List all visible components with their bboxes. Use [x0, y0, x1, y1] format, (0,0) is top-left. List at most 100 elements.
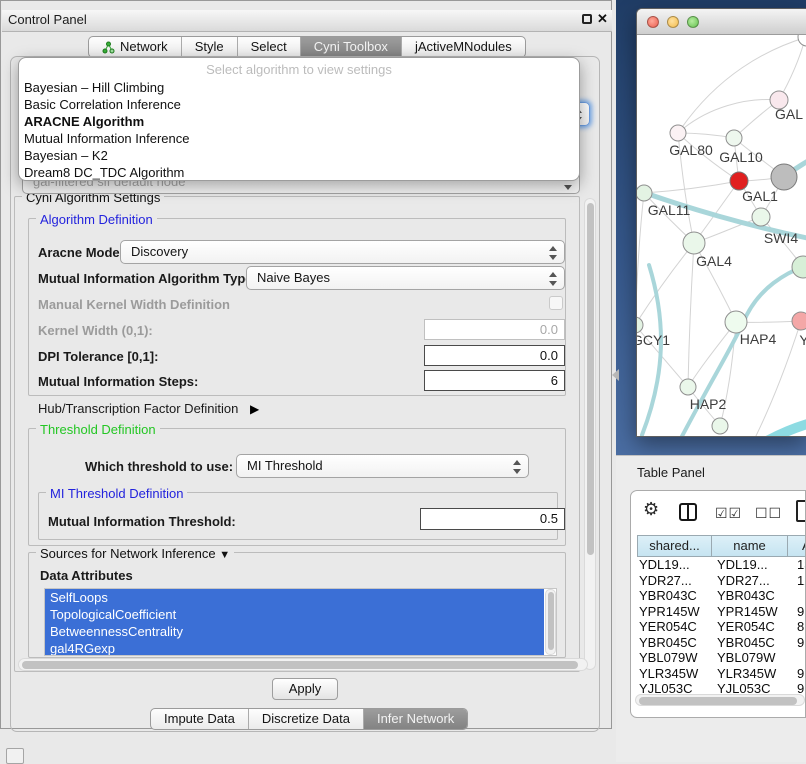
network-node[interactable]: [683, 232, 705, 254]
scrollbar-thumb[interactable]: [548, 592, 554, 650]
apply-button[interactable]: Apply: [272, 678, 338, 700]
table-cell: YBL079W: [711, 650, 787, 666]
close-icon[interactable]: ✕: [597, 11, 608, 27]
document-icon[interactable]: [796, 500, 806, 522]
scrollbar-thumb[interactable]: [639, 697, 797, 705]
control-panel-tabs: Network Style Select Cyni Toolbox jActiv…: [88, 36, 526, 58]
network-node[interactable]: [637, 185, 652, 201]
table-row[interactable]: YLR345WYLR345W9.: [637, 666, 806, 682]
splitter-collapse-icon[interactable]: [612, 369, 619, 381]
mi-steps-field[interactable]: 6: [424, 370, 565, 391]
minimize-traffic-light-icon[interactable]: [667, 16, 679, 28]
network-node[interactable]: [725, 311, 747, 333]
table-cell: YBR043C: [711, 588, 787, 604]
settings-vertical-scrollbar[interactable]: [584, 198, 596, 670]
network-view-window[interactable]: GALGAL80GAL10GAL1GAL11SWI4GAL4GCY1HAP4YH…: [636, 8, 806, 437]
popup-item[interactable]: Bayesian – Hill Climbing: [19, 79, 579, 96]
settings-gear-icon[interactable]: ⚙: [643, 499, 659, 520]
network-window-titlebar[interactable]: [637, 9, 806, 35]
tab-select[interactable]: Select: [237, 37, 300, 57]
aracne-mode-value: Discovery: [131, 244, 188, 259]
tab-label: Style: [195, 37, 224, 57]
dpi-tolerance-field[interactable]: 0.0: [424, 345, 565, 366]
attribute-list-item[interactable]: gal4RGexp: [45, 640, 544, 656]
manual-kernel-checkbox[interactable]: [549, 296, 563, 310]
table-row[interactable]: YBR043CYBR043C: [637, 588, 806, 604]
table-window: ⚙ ☑☑ ☐☐ shared... name A YDL19...YDL19..…: [630, 490, 806, 718]
column-header-shared-name[interactable]: shared...: [637, 535, 712, 557]
sources-group-toggle[interactable]: Sources for Network Inference ▼: [36, 546, 234, 561]
hub-definition-toggle[interactable]: Hub/Transcription Factor Definition ▶: [38, 401, 259, 416]
tab-network[interactable]: Network: [89, 37, 181, 57]
network-node[interactable]: [726, 130, 742, 146]
tab-impute-data[interactable]: Impute Data: [151, 709, 248, 729]
network-node[interactable]: [771, 164, 797, 190]
popup-item[interactable]: ARACNE Algorithm: [19, 113, 579, 130]
table-row[interactable]: YDR27...YDR27...12: [637, 573, 806, 589]
network-node[interactable]: [712, 418, 728, 434]
column-header-name[interactable]: name: [711, 535, 788, 557]
table-cell: YBL079W: [637, 650, 711, 666]
popup-item[interactable]: Basic Correlation Inference: [19, 96, 579, 113]
popup-item[interactable]: Bayesian – K2: [19, 147, 579, 164]
network-icon: [102, 41, 115, 54]
table-row[interactable]: YPR145WYPR145W9.: [637, 604, 806, 620]
network-canvas[interactable]: GALGAL80GAL10GAL1GAL11SWI4GAL4GCY1HAP4YH…: [637, 35, 806, 437]
node-label: GAL4: [696, 253, 732, 269]
tab-discretize-data[interactable]: Discretize Data: [248, 709, 363, 729]
control-panel-titlebar[interactable]: [2, 10, 612, 32]
table-cell: 13: [787, 557, 806, 573]
table-horizontal-scrollbar[interactable]: [635, 694, 805, 706]
deselect-all-checkboxes-icon[interactable]: ☐☐: [755, 505, 782, 522]
popup-item[interactable]: Mutual Information Inference: [19, 130, 579, 147]
column-header-partial[interactable]: A: [787, 535, 806, 557]
network-node[interactable]: [670, 125, 686, 141]
table-cell: YDL19...: [711, 557, 787, 573]
aracne-mode-label: Aracne Mode:: [38, 245, 124, 260]
scrollbar-thumb[interactable]: [22, 661, 578, 669]
tab-jactivemnodules[interactable]: jActiveMNodules: [401, 37, 525, 57]
network-node[interactable]: [680, 379, 696, 395]
network-node[interactable]: [792, 256, 806, 278]
popup-item[interactable]: Dream8 DC_TDC Algorithm: [19, 164, 579, 181]
kernel-width-label: Kernel Width (0,1):: [38, 323, 153, 338]
attribute-list-item[interactable]: SelfLoops: [45, 589, 544, 606]
data-attributes-list[interactable]: SelfLoopsTopologicalCoefficientBetweenne…: [44, 588, 557, 656]
settings-horizontal-scrollbar[interactable]: [18, 658, 588, 671]
node-label: GCY1: [637, 332, 670, 348]
mi-threshold-field[interactable]: 0.5: [420, 508, 565, 530]
mi-type-combo[interactable]: Naive Bayes: [246, 266, 565, 290]
node-label: Y: [799, 332, 806, 348]
combo-arrows-icon: [549, 245, 557, 261]
kernel-width-field[interactable]: 0.0: [424, 319, 565, 340]
network-node[interactable]: [752, 208, 770, 226]
list-vertical-scrollbar[interactable]: [545, 589, 556, 655]
select-all-checkboxes-icon[interactable]: ☑☑: [715, 505, 742, 522]
tab-infer-network[interactable]: Infer Network: [363, 709, 467, 729]
table-cell: 9.: [787, 635, 806, 651]
network-node[interactable]: [637, 317, 643, 333]
tab-label: Infer Network: [377, 709, 454, 729]
table-row[interactable]: YER054CYER054C8.: [637, 619, 806, 635]
table-cell: [787, 588, 806, 604]
tab-style[interactable]: Style: [181, 37, 237, 57]
close-traffic-light-icon[interactable]: [647, 16, 659, 28]
column-layout-icon[interactable]: [679, 503, 697, 521]
table-row[interactable]: YBL079WYBL079W: [637, 650, 806, 666]
table-row[interactable]: YDL19...YDL19...13: [637, 557, 806, 573]
scrollbar-thumb[interactable]: [587, 203, 594, 555]
network-node[interactable]: [798, 35, 806, 46]
tab-cyni-toolbox[interactable]: Cyni Toolbox: [300, 37, 401, 57]
aracne-mode-combo[interactable]: Discovery: [120, 240, 565, 264]
attribute-list-item[interactable]: BetweennessCentrality: [45, 623, 544, 640]
network-node[interactable]: [792, 312, 806, 330]
table-cell: YDL19...: [637, 557, 711, 573]
node-label: GAL11: [648, 202, 691, 218]
attribute-list-item[interactable]: TopologicalCoefficient: [45, 606, 544, 623]
table-panel-title: Table Panel: [637, 465, 705, 480]
table-row[interactable]: YBR045CYBR045C9.: [637, 635, 806, 651]
tab-label: Impute Data: [164, 709, 235, 729]
zoom-traffic-light-icon[interactable]: [687, 16, 699, 28]
float-window-icon[interactable]: [582, 14, 592, 24]
which-threshold-combo[interactable]: MI Threshold: [236, 454, 529, 478]
